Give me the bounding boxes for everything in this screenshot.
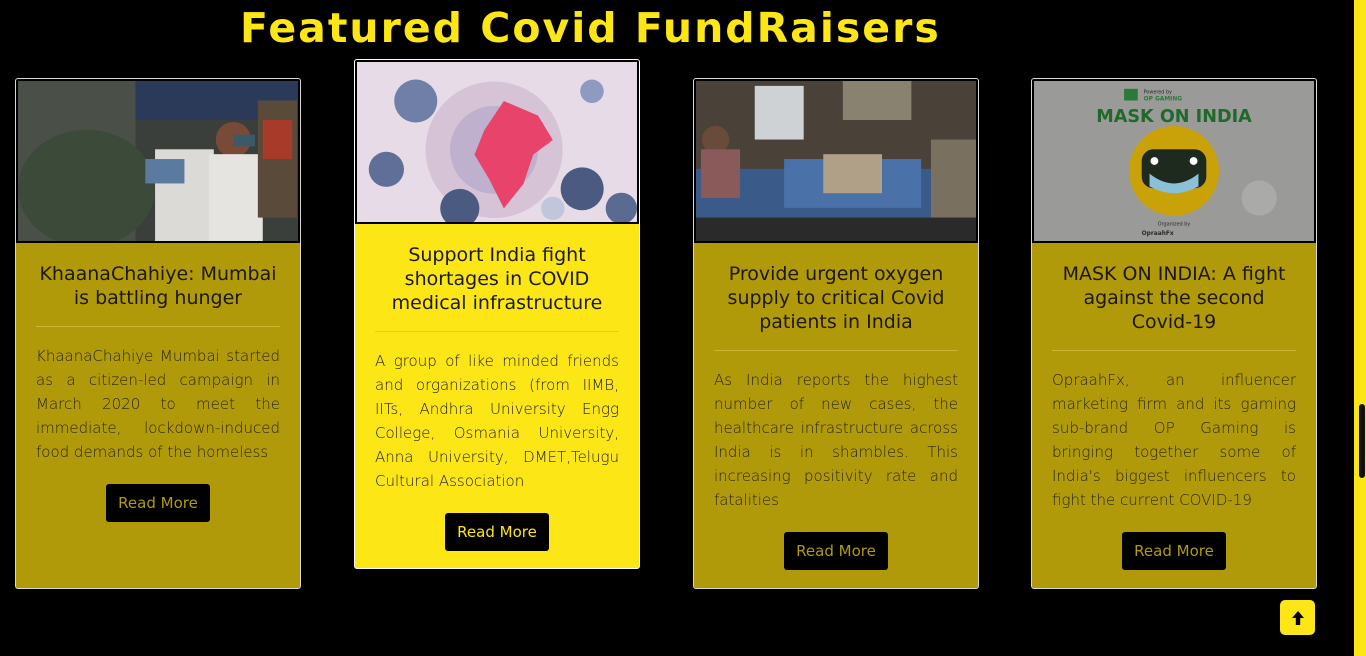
card-description: As India reports the highest number of n… [714,371,958,509]
poster-org-text: OpraahFx [1142,231,1174,237]
card-title: KhaanaChahiye: Mumbai is battling hunger [36,262,280,327]
read-more-button[interactable]: Read More [1122,532,1226,570]
scrollbar-track[interactable] [1354,0,1366,656]
hospital-patient-photo[interactable] [694,79,978,243]
fundraisers-section: Featured Covid FundRaisers KhaanaChahiye… [0,0,1366,656]
fundraiser-card-oxygen-supply[interactable]: Provide urgent oxygen supply to critical… [693,78,979,589]
card-title: Support India fight shortages in COVID m… [375,243,619,332]
poster-brand-text: OP GAMING [1144,97,1183,103]
card-description: OpraahFx, an influencer marketing firm a… [1052,371,1296,509]
street-food-distribution-photo[interactable] [16,79,300,243]
read-more-button[interactable]: Read More [445,513,549,551]
scroll-to-top-button[interactable] [1280,600,1315,635]
poster-organized-text: Organized by [1158,221,1191,227]
card-title: Provide urgent oxygen supply to critical… [714,262,958,351]
card-description: KhaanaChahiye Mumbai started as a citize… [36,347,280,461]
fundraiser-card-mask-on-india[interactable]: Powered by OP GAMING MASK ON INDIA Organ… [1031,78,1317,589]
card-title: MASK ON INDIA: A fight against the secon… [1052,262,1296,351]
mask-on-india-poster[interactable]: Powered by OP GAMING MASK ON INDIA Organ… [1032,79,1316,243]
poster-headline-text: MASK ON INDIA [1096,107,1252,127]
poster-powered-text: Powered by [1144,90,1172,96]
card-description: A group of like minded friends and organ… [375,352,619,490]
covid-virus-india-map-image[interactable] [355,60,639,224]
scrollbar-thumb[interactable] [1359,404,1365,478]
arrow-up-icon [1291,610,1304,625]
fundraiser-card-khaanachahiye[interactable]: KhaanaChahiye: Mumbai is battling hunger… [15,78,301,589]
section-title: Featured Covid FundRaisers [240,4,941,52]
read-more-button[interactable]: Read More [784,532,888,570]
fundraiser-card-medical-infrastructure[interactable]: Support India fight shortages in COVID m… [354,59,640,569]
read-more-button[interactable]: Read More [106,484,210,522]
